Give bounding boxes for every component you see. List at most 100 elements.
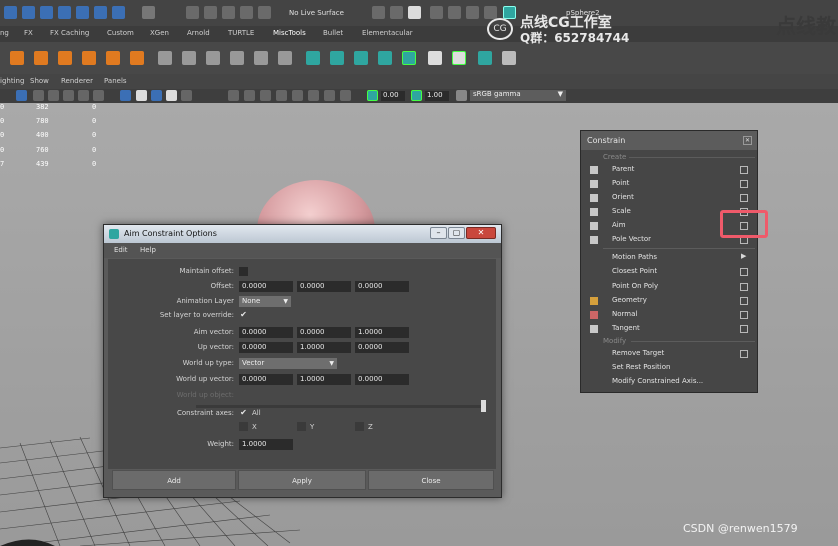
exposure-field[interactable]: 0.00 — [381, 91, 405, 101]
menu-item-scale[interactable]: Scale — [612, 207, 631, 215]
menu-item-geometry[interactable]: Geometry — [612, 296, 647, 304]
magnet-icon[interactable] — [240, 6, 253, 19]
world-up-vector-z-field[interactable]: 0.0000 — [355, 374, 409, 385]
up-vector-z-field[interactable]: 0.0000 — [355, 342, 409, 353]
panel-icon[interactable] — [276, 90, 287, 101]
aim-vector-y-field[interactable]: 0.0000 — [297, 327, 351, 338]
menu-item-modify-constrained-axis[interactable]: Modify Constrained Axis... — [612, 377, 703, 385]
panel-icon[interactable] — [324, 90, 335, 101]
constrain-panel-titlebar[interactable]: Constrain ✕ — [581, 131, 757, 150]
apply-button[interactable]: Apply — [238, 470, 366, 490]
maintain-offset-checkbox[interactable] — [239, 267, 248, 276]
orient-options-box[interactable] — [740, 194, 748, 202]
toolbar-icon[interactable] — [94, 6, 107, 19]
shelf-tool-icon[interactable] — [502, 51, 516, 65]
shelf-tool-icon[interactable] — [34, 51, 48, 65]
menu-item-normal[interactable]: Normal — [612, 310, 637, 318]
magnet-icon[interactable] — [186, 6, 199, 19]
shelf-tool-icon[interactable] — [378, 51, 392, 65]
remove-target-options-box[interactable] — [740, 350, 748, 358]
render-icon[interactable] — [390, 6, 403, 19]
shelf-tool-icon[interactable] — [10, 51, 24, 65]
point-on-poly-options-box[interactable] — [740, 283, 748, 291]
panel-icon[interactable] — [292, 90, 303, 101]
weight-field[interactable]: 1.0000 — [239, 439, 293, 450]
world-up-vector-x-field[interactable]: 0.0000 — [239, 374, 293, 385]
point-options-box[interactable] — [740, 180, 748, 188]
panel-icon[interactable] — [33, 90, 44, 101]
toolbar-icon[interactable] — [40, 6, 53, 19]
close-button[interactable]: Close — [368, 470, 494, 490]
menu-show[interactable]: Show — [30, 77, 49, 85]
menu-item-parent[interactable]: Parent — [612, 165, 634, 173]
magnet-icon[interactable] — [204, 6, 217, 19]
aim-vector-z-field[interactable]: 1.0000 — [355, 327, 409, 338]
shelf-tab[interactable]: Arnold — [187, 29, 210, 37]
axis-z-checkbox[interactable] — [355, 422, 364, 431]
world-up-vector-y-field[interactable]: 1.0000 — [297, 374, 351, 385]
ipr-icon[interactable] — [430, 6, 443, 19]
shelf-tool-icon[interactable] — [354, 51, 368, 65]
aim-vector-x-field[interactable]: 0.0000 — [239, 327, 293, 338]
axis-y-checkbox[interactable] — [297, 422, 306, 431]
shelf-tool-icon[interactable] — [330, 51, 344, 65]
world-up-type-dropdown[interactable]: Vector ▼ — [239, 358, 337, 369]
panel-icon[interactable] — [181, 90, 192, 101]
render-view-icon[interactable] — [408, 6, 421, 19]
closest-point-options-box[interactable] — [740, 268, 748, 276]
weight-slider-track[interactable] — [196, 405, 482, 408]
close-icon[interactable]: ✕ — [743, 136, 752, 145]
hypershade-icon[interactable] — [448, 6, 461, 19]
close-window-button[interactable]: ✕ — [466, 227, 496, 239]
shelf-tool-icon[interactable] — [158, 51, 172, 65]
menu-item-pole-vector[interactable]: Pole Vector — [612, 235, 651, 243]
maximize-button[interactable]: ▢ — [448, 227, 465, 239]
magnet-icon[interactable] — [258, 6, 271, 19]
menu-item-point-on-poly[interactable]: Point On Poly — [612, 282, 658, 290]
dialog-titlebar[interactable]: Aim Constraint Options – ▢ ✕ — [104, 225, 501, 243]
shelf-tab[interactable]: FX — [24, 29, 33, 37]
normal-options-box[interactable] — [740, 311, 748, 319]
menu-help[interactable]: Help — [140, 246, 156, 254]
magnet-icon[interactable] — [222, 6, 235, 19]
shelf-tab[interactable]: Bullet — [323, 29, 343, 37]
axis-all-checkbox[interactable]: ✔ — [239, 408, 248, 417]
parent-options-box[interactable] — [740, 166, 748, 174]
menu-item-aim[interactable]: Aim — [612, 221, 626, 229]
shelf-tab[interactable]: ng — [0, 29, 9, 37]
panel-icon[interactable] — [166, 90, 177, 101]
animation-layer-dropdown[interactable]: None ▼ — [239, 296, 291, 307]
shelf-tool-icon[interactable] — [402, 51, 416, 65]
menu-item-point[interactable]: Point — [612, 179, 629, 187]
tangent-options-box[interactable] — [740, 325, 748, 333]
shelf-tool-icon[interactable] — [478, 51, 492, 65]
render-setup-icon[interactable] — [466, 6, 479, 19]
panel-icon[interactable] — [244, 90, 255, 101]
shelf-tab[interactable]: Elementacular — [362, 29, 413, 37]
shelf-tool-icon[interactable] — [254, 51, 268, 65]
offset-x-field[interactable]: 0.0000 — [239, 281, 293, 292]
panel-icon[interactable] — [228, 90, 239, 101]
shelf-tool-icon[interactable] — [106, 51, 120, 65]
panel-icon[interactable] — [308, 90, 319, 101]
toolbar-icon[interactable] — [4, 6, 17, 19]
grid-icon[interactable] — [16, 90, 27, 101]
menu-edit[interactable]: Edit — [114, 246, 128, 254]
menu-item-orient[interactable]: Orient — [612, 193, 634, 201]
shelf-tool-icon[interactable] — [58, 51, 72, 65]
toolbar-icon[interactable] — [22, 6, 35, 19]
shelf-tab[interactable]: FX Caching — [50, 29, 89, 37]
shelf-tool-icon[interactable] — [278, 51, 292, 65]
colorspace-dropdown[interactable]: sRGB gamma ▼ — [470, 90, 566, 101]
up-vector-y-field[interactable]: 1.0000 — [297, 342, 351, 353]
shelf-tool-icon[interactable] — [130, 51, 144, 65]
geometry-options-box[interactable] — [740, 297, 748, 305]
set-layer-override-checkbox[interactable]: ✔ — [239, 310, 248, 319]
render-settings-icon[interactable] — [484, 6, 497, 19]
gamma-icon[interactable] — [411, 90, 422, 101]
toolbar-icon[interactable] — [112, 6, 125, 19]
shelf-tab-misctools[interactable]: MiscTools — [273, 29, 306, 37]
shelf-tool-icon[interactable] — [306, 51, 320, 65]
panel-icon[interactable] — [63, 90, 74, 101]
gamma-field[interactable]: 1.00 — [425, 91, 449, 101]
